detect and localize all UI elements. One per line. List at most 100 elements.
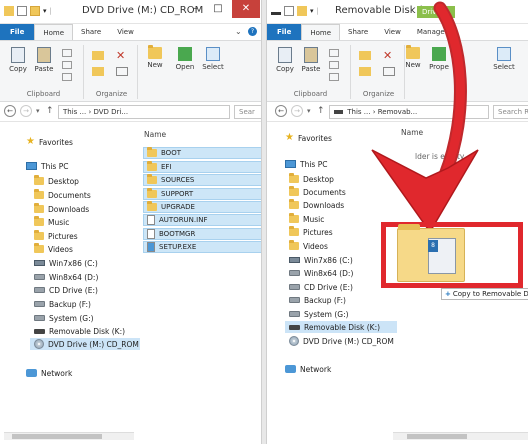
paste-shortcut-icon[interactable] [62,73,72,81]
new-button[interactable]: New [142,45,168,69]
forward-icon[interactable]: → [291,105,303,117]
address-bar[interactable]: This ... › Removab... [329,105,489,119]
address-bar[interactable]: This ... › DVD Dri... [58,105,230,119]
tab-view[interactable]: View [376,24,409,40]
breadcrumb-this-pc[interactable]: This ... [63,108,86,116]
nav-pictures[interactable]: Pictures [289,226,333,238]
tab-home[interactable]: Home [301,24,340,40]
column-header-name[interactable]: Name [144,130,166,139]
paste-shortcut-icon[interactable] [329,73,339,81]
folder-icon[interactable] [4,6,14,16]
breadcrumb-dvd-drive[interactable]: DVD Dri... [93,108,128,116]
select-button[interactable]: Select [200,47,226,71]
column-header-name[interactable]: Name [401,128,423,137]
nav-drive-c[interactable]: Win7x86 (C:) [34,257,98,269]
copy-path-icon[interactable] [329,61,339,69]
select-button[interactable]: Select [491,47,517,71]
nav-drive-d[interactable]: Win8x64 (D:) [289,267,353,279]
move-to-icon[interactable] [359,51,371,60]
paste-button[interactable]: Paste [299,47,323,73]
file-item-setup[interactable]: SETUP.EXE [143,241,261,253]
file-item-support[interactable]: SUPPORT [143,188,261,200]
file-item-bootmgr[interactable]: BOOTMGR [143,228,261,240]
rename-icon[interactable] [116,67,128,76]
nav-music[interactable]: Music [34,216,69,228]
nav-favorites[interactable]: ★ Favorites [26,136,73,148]
chevron-down-icon[interactable]: ▾ [307,107,311,115]
paste-button[interactable]: Paste [32,47,56,73]
tab-share[interactable]: Share [73,24,109,40]
copy-to-icon[interactable] [92,67,104,76]
delete-icon[interactable]: ✕ [383,49,392,62]
chevron-down-icon[interactable]: ⌄ [235,27,244,36]
scrollbar-thumb[interactable] [12,434,102,439]
nav-documents[interactable]: Documents [34,189,91,201]
nav-drive-m[interactable]: DVD Drive (M:) CD_ROM [30,338,140,350]
properties-icon[interactable] [17,6,27,16]
maximize-button[interactable]: □ [206,0,230,18]
nav-videos[interactable]: Videos [34,243,73,255]
file-item-boot[interactable]: BOOT [143,147,261,159]
breadcrumb-removable[interactable]: Removab... [378,108,418,116]
tab-share[interactable]: Share [340,24,376,40]
delete-icon[interactable]: ✕ [116,49,125,62]
nav-downloads[interactable]: Downloads [34,203,89,215]
new-folder-icon[interactable] [297,6,307,16]
help-icon[interactable]: ? [248,27,257,36]
nav-drive-f[interactable]: Backup (F:) [34,298,91,310]
nav-drive-g[interactable]: System (G:) [289,308,349,320]
back-icon[interactable]: ← [275,105,287,117]
tab-home[interactable]: Home [34,24,73,40]
nav-favorites[interactable]: ★ Favorites [285,132,332,144]
nav-network[interactable]: Network [285,363,331,375]
move-to-icon[interactable] [92,51,104,60]
nav-drive-g[interactable]: System (G:) [34,312,94,324]
minimize-button[interactable]: – [184,0,206,18]
chevron-down-icon[interactable]: ▾ [43,7,47,15]
tab-file[interactable]: File [0,24,35,40]
back-icon[interactable]: ← [4,105,16,117]
nav-drive-d[interactable]: Win8x64 (D:) [34,271,98,283]
nav-drive-k[interactable]: Removable Disk (K:) [285,321,397,333]
nav-drive-e[interactable]: CD Drive (E:) [289,281,353,293]
nav-videos[interactable]: Videos [289,240,328,252]
horizontal-scrollbar[interactable] [4,432,134,440]
nav-desktop[interactable]: Desktop [34,175,79,187]
chevron-down-icon[interactable]: ▾ [310,7,314,15]
copy-to-icon[interactable] [359,67,371,76]
up-icon[interactable]: ↑ [46,106,54,116]
nav-pictures[interactable]: Pictures [34,230,78,242]
rename-icon[interactable] [383,67,395,76]
nav-drive-c[interactable]: Win7x86 (C:) [289,254,353,266]
nav-network[interactable]: Network [26,367,72,379]
nav-drive-m[interactable]: DVD Drive (M:) CD_ROM [289,335,394,347]
new-folder-icon[interactable] [30,6,40,16]
window-icon[interactable] [271,11,281,15]
tab-manage[interactable]: Manage [409,24,453,40]
nav-this-pc[interactable]: This PC [26,160,68,172]
nav-drive-k[interactable]: Removable Disk (K:) [34,325,125,337]
nav-downloads[interactable]: Downloads [289,199,344,211]
chevron-down-icon[interactable]: ▾ [36,107,40,115]
copy-button[interactable]: Copy [6,47,30,73]
nav-drive-e[interactable]: CD Drive (E:) [34,284,98,296]
search-input[interactable]: Search R [493,105,528,119]
nav-this-pc[interactable]: This PC [285,158,327,170]
up-icon[interactable]: ↑ [317,106,325,116]
horizontal-scrollbar[interactable] [393,432,528,440]
close-button[interactable]: ✕ [232,0,260,18]
search-input[interactable]: Sear [234,105,261,119]
copy-path-icon[interactable] [62,61,72,69]
nav-music[interactable]: Music [289,213,324,225]
cut-icon[interactable] [62,49,72,57]
file-item-sources[interactable]: SOURCES [143,174,261,186]
forward-icon[interactable]: → [20,105,32,117]
tab-view[interactable]: View [109,24,142,40]
nav-drive-f[interactable]: Backup (F:) [289,294,346,306]
nav-documents[interactable]: Documents [289,186,346,198]
tab-file[interactable]: File [267,24,302,40]
nav-desktop[interactable]: Desktop [289,173,334,185]
file-item-autorun[interactable]: AUTORUN.INF [143,214,261,226]
open-button[interactable]: Open [172,47,198,71]
file-item-efi[interactable]: EFI [143,161,261,173]
